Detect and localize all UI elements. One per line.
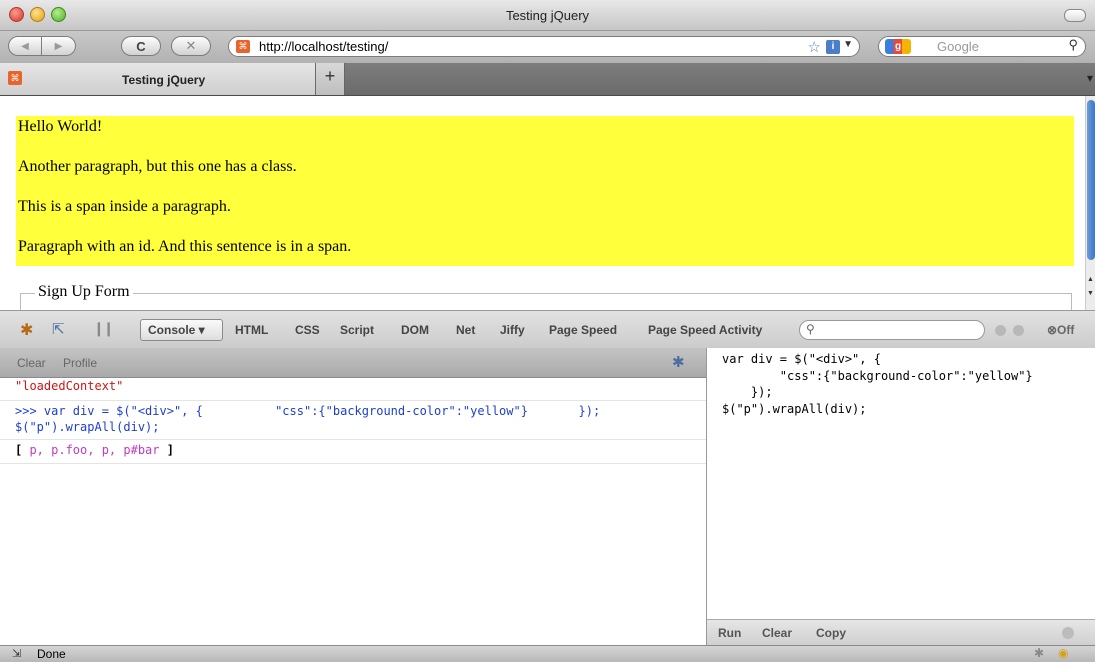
stop-icon: ✕ xyxy=(185,38,197,53)
console-profile-button[interactable]: Profile xyxy=(63,356,97,370)
tab-page-speed[interactable]: Page Speed xyxy=(549,323,617,337)
console-object-output[interactable]: [ p, p.foo, p, p#bar ] xyxy=(15,443,174,457)
yslow-status-icon[interactable]: ◉ xyxy=(1058,646,1068,660)
paragraph-with-span: This is a span inside a paragraph. xyxy=(18,198,231,215)
site-favicon-icon: ⌘ xyxy=(236,40,250,53)
search-bar[interactable]: g Google ⚲ xyxy=(878,36,1086,57)
search-placeholder[interactable]: Google xyxy=(937,39,979,54)
firebug-toolbar: ✱ ⇱ ❙❙ Console ▾ HTML CSS Script DOM Net… xyxy=(0,310,1095,350)
console-panel: Clear Profile ✱ "loadedContext" >>> var … xyxy=(0,348,707,645)
run-button[interactable]: Run xyxy=(718,626,741,640)
tab-script[interactable]: Script xyxy=(340,323,374,337)
console-command-line: $("p").wrapAll(div); xyxy=(15,420,160,434)
forward-button[interactable]: ▶ xyxy=(42,36,76,56)
firebug-menu-icon[interactable]: ✱ xyxy=(20,320,33,340)
tab-dom[interactable]: DOM xyxy=(401,323,429,337)
console-row: "loadedContext" xyxy=(0,377,706,401)
title-bar: Testing jQuery xyxy=(0,0,1095,31)
google-engine-icon[interactable]: g xyxy=(885,39,911,54)
tab-html[interactable]: HTML xyxy=(235,323,268,337)
reload-icon: C xyxy=(136,38,146,54)
forward-arrow-icon: ▶ xyxy=(54,40,63,52)
editor-code[interactable]: var div = $("<div>", { "css":{"backgroun… xyxy=(722,351,1033,417)
back-arrow-icon: ◀ xyxy=(21,40,29,52)
console-row: >>> var div = $("<div>", { "css":{"backg… xyxy=(0,401,706,440)
reload-button[interactable]: C xyxy=(121,36,161,56)
tab-page-speed-activity[interactable]: Page Speed Activity xyxy=(648,323,762,337)
tab-net[interactable]: Net xyxy=(456,323,475,337)
back-button[interactable]: ◀ xyxy=(8,36,42,56)
console-toolbar: Clear Profile ✱ xyxy=(0,348,706,378)
minimize-firebug-button[interactable] xyxy=(995,325,1006,336)
pause-icon[interactable]: ❙❙ xyxy=(93,320,115,337)
site-info-icon[interactable]: i xyxy=(826,40,840,54)
status-bar: ⇲ Done ✱ ◉ xyxy=(0,645,1095,662)
firebug-search-input[interactable]: ⚲ xyxy=(799,320,985,340)
address-bar[interactable]: ⌘ http://localhost/testing/ ☆ i ▼ xyxy=(228,36,860,57)
navigation-toolbar: ◀ ▶ C ✕ ⌘ http://localhost/testing/ ☆ i … xyxy=(0,31,1095,63)
status-icon: ⇲ xyxy=(12,648,22,660)
array-items[interactable]: p, p.foo, p, p#bar xyxy=(22,443,167,457)
toolbar-toggle-button[interactable] xyxy=(1064,9,1086,22)
stop-button[interactable]: ✕ xyxy=(171,36,211,56)
tab-favicon-icon: ⌘ xyxy=(8,71,22,85)
tab-testing-jquery[interactable]: ⌘ Testing jQuery xyxy=(0,63,316,95)
search-icon: ⚲ xyxy=(806,322,815,336)
console-string-output: "loadedContext" xyxy=(15,379,124,393)
copy-button[interactable]: Copy xyxy=(816,626,846,640)
array-close-bracket: ] xyxy=(166,443,174,457)
paragraph-bar: Paragraph with an id. And this sentence … xyxy=(18,238,352,255)
scrollbar-thumb[interactable] xyxy=(1087,100,1095,260)
firebug-off-button[interactable]: ⊗Off xyxy=(1047,323,1074,337)
paragraph-foo: Another paragraph, but this one has a cl… xyxy=(18,158,297,175)
tab-list-icon[interactable]: ▾ xyxy=(1087,71,1093,85)
console-clear-button[interactable]: Clear xyxy=(17,356,46,370)
scroll-down-icon[interactable]: ▼ xyxy=(1087,290,1094,297)
collapse-editor-button[interactable] xyxy=(1062,627,1074,639)
tab-strip: ⌘ Testing jQuery + ▾ xyxy=(0,63,1095,96)
tab-jiffy[interactable]: Jiffy xyxy=(500,323,525,337)
page-content: Hello World! Another paragraph, but this… xyxy=(0,96,1085,310)
history-dropdown-icon[interactable]: ▼ xyxy=(843,39,853,50)
new-tab-button[interactable]: + xyxy=(316,63,345,95)
command-editor[interactable]: var div = $("<div>", { "css":{"backgroun… xyxy=(707,348,1095,646)
url-text[interactable]: http://localhost/testing/ xyxy=(259,39,388,54)
wrapped-paragraphs-div: Hello World! Another paragraph, but this… xyxy=(16,116,1074,266)
tab-css[interactable]: CSS xyxy=(295,323,320,337)
search-icon[interactable]: ⚲ xyxy=(1068,37,1078,53)
tab-console[interactable]: Console ▾ xyxy=(140,319,223,341)
bookmark-star-icon[interactable]: ☆ xyxy=(808,38,821,56)
fieldset-legend: Sign Up Form xyxy=(35,283,133,301)
paragraph-hello-world: Hello World! xyxy=(18,118,103,135)
console-command-line: >>> var div = $("<div>", { "css":{"backg… xyxy=(15,404,601,418)
firebug-bug-icon: ✱ xyxy=(672,354,685,371)
firebug-status-icon[interactable]: ✱ xyxy=(1034,646,1044,660)
window-title: Testing jQuery xyxy=(505,8,590,23)
page-scrollbar[interactable]: ▲ ▼ xyxy=(1085,96,1095,310)
scroll-up-icon[interactable]: ▲ xyxy=(1087,276,1094,283)
signup-fieldset: Sign Up Form xyxy=(20,283,1072,310)
inspect-element-icon[interactable]: ⇱ xyxy=(52,320,65,338)
editor-toolbar: Run Clear Copy xyxy=(707,619,1095,646)
console-row: [ p, p.foo, p, p#bar ] xyxy=(0,440,706,464)
detach-firebug-button[interactable] xyxy=(1013,325,1024,336)
tab-label: Testing jQuery xyxy=(122,73,206,87)
status-text: Done xyxy=(37,647,66,661)
editor-clear-button[interactable]: Clear xyxy=(762,626,792,640)
